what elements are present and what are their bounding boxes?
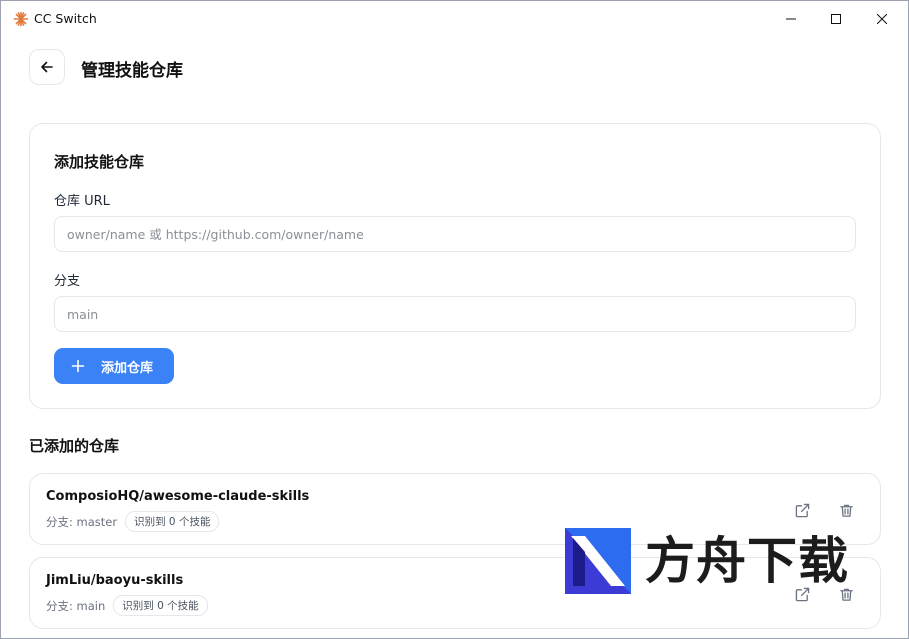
repo-url-label: 仓库 URL — [54, 194, 110, 209]
repo-branch: 分支: master — [46, 514, 118, 529]
plus-icon — [71, 359, 85, 373]
back-button[interactable] — [29, 49, 65, 85]
watermark-text: 方舟下载 — [645, 532, 849, 590]
branch-input[interactable] — [54, 296, 856, 332]
added-repos-title: 已添加的仓库 — [29, 437, 120, 455]
repo-name: JimLiu/baoyu-skills — [46, 573, 184, 588]
watermark-logo-icon — [565, 528, 631, 594]
skills-count-badge: 识别到 0 个技能 — [125, 511, 220, 532]
arrow-left-icon — [41, 61, 53, 73]
repo-name: ComposioHQ/awesome-claude-skills — [46, 489, 310, 504]
repo-url-input[interactable] — [54, 216, 856, 252]
repo-meta: 分支: main 识别到 0 个技能 — [46, 595, 208, 616]
open-repo-button[interactable] — [790, 498, 814, 522]
add-repo-title: 添加技能仓库 — [54, 153, 145, 171]
window-title: CC Switch — [34, 11, 97, 26]
branch-label: 分支 — [54, 274, 81, 289]
add-repo-card: 添加技能仓库 仓库 URL 分支 添加仓库 — [29, 123, 881, 409]
app-logo-icon — [13, 11, 29, 27]
add-repo-button-label: 添加仓库 — [101, 359, 154, 375]
maximize-button[interactable] — [813, 1, 859, 37]
minimize-icon — [786, 18, 796, 20]
page-title: 管理技能仓库 — [81, 61, 183, 81]
app-window: CC Switch 管理技能仓库 添加技能仓库 仓库 URL 分支 添加仓库 已 — [0, 0, 909, 639]
close-button[interactable] — [859, 1, 905, 37]
skills-count-badge: 识别到 0 个技能 — [113, 595, 208, 616]
external-link-icon — [795, 503, 809, 517]
watermark: 方舟下载 — [565, 528, 865, 594]
delete-repo-button[interactable] — [834, 498, 858, 522]
maximize-icon — [831, 14, 841, 24]
minimize-button[interactable] — [768, 1, 814, 37]
trash-icon — [839, 504, 853, 517]
close-icon — [877, 14, 887, 24]
add-repo-button[interactable]: 添加仓库 — [54, 348, 174, 384]
title-bar[interactable]: CC Switch — [1, 1, 908, 37]
repo-branch: 分支: main — [46, 598, 106, 613]
repo-meta: 分支: master 识别到 0 个技能 — [46, 511, 220, 532]
